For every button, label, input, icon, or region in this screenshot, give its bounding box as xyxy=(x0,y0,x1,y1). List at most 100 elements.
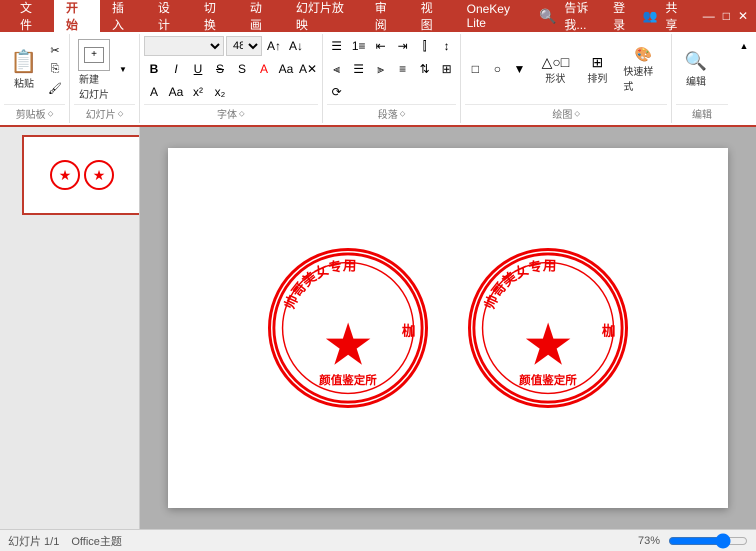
quick-styles-label: 快速样式 xyxy=(623,63,663,93)
increase-indent-btn[interactable]: ⇥ xyxy=(393,36,413,56)
slide-layout-btn[interactable]: ▼ xyxy=(116,54,130,86)
superscript-btn[interactable]: x² xyxy=(188,82,208,102)
text-dir-btn[interactable]: ⇅ xyxy=(415,59,435,79)
paragraph-controls: ☰ 1≡ ⇤ ⇥ ⫿ ↕ ⫷ ☰ ⫸ ≡ ⇅ ⊞ ⟳ xyxy=(327,36,457,103)
underline-btn[interactable]: U xyxy=(188,59,208,79)
shapes-icon: △○□ xyxy=(542,54,570,71)
minimize-btn[interactable]: — xyxy=(703,9,715,23)
font-name-select[interactable] xyxy=(144,36,224,56)
share-btn[interactable]: 共享 xyxy=(665,0,686,33)
justify-btn[interactable]: ≡ xyxy=(393,59,413,79)
restore-btn[interactable]: □ xyxy=(723,9,730,23)
tab-transition[interactable]: 切换 xyxy=(192,0,238,32)
close-btn[interactable]: ✕ xyxy=(738,9,748,23)
align-right-btn[interactable]: ⫸ xyxy=(371,59,391,79)
para-row-1: ☰ 1≡ ⇤ ⇥ ⫿ ↕ xyxy=(327,36,457,56)
new-slide-icon: + xyxy=(78,39,110,71)
subscript-btn[interactable]: x₂ xyxy=(210,82,230,102)
new-slide-button[interactable]: + 新建幻灯片 xyxy=(74,37,114,103)
font-label: 字体 ⬦ xyxy=(144,104,318,121)
font-row-3: A Aa x² x₂ xyxy=(144,82,230,102)
para-row-2: ⫷ ☰ ⫸ ≡ ⇅ ⊞ xyxy=(327,59,457,79)
font-size2-select[interactable]: Aa xyxy=(166,82,186,102)
clear-format-btn[interactable]: A✕ xyxy=(298,59,318,79)
align-center-btn[interactable]: ☰ xyxy=(349,59,369,79)
arrange-button[interactable]: ⊞ 排列 xyxy=(577,52,617,88)
login-btn[interactable]: 登录 xyxy=(613,0,634,33)
bullet-btn[interactable]: ☰ xyxy=(327,36,347,56)
shape-row: □ ○ ▼ xyxy=(465,59,529,79)
tab-file[interactable]: 文件 xyxy=(8,0,54,32)
font-size-select[interactable]: 48 xyxy=(226,36,262,56)
stamp-2-svg: 帅哥美女专用 枷 ★ 颜值鉴定所 xyxy=(471,251,625,405)
convert-smartart-btn[interactable]: ⟳ xyxy=(327,82,347,102)
strikethrough-btn[interactable]: S xyxy=(210,59,230,79)
increase-font-btn[interactable]: A↑ xyxy=(264,36,284,56)
slide-panel: 1 ★ ★ xyxy=(0,127,140,529)
shape-more-btn[interactable]: ▼ xyxy=(509,59,529,79)
title-right-area: 🔍 告诉我... 登录 👥 共享 — □ ✕ xyxy=(539,0,748,33)
tab-design[interactable]: 设计 xyxy=(146,0,192,32)
tell-me-btn[interactable]: 告诉我... xyxy=(564,0,605,33)
font-size-aa-btn[interactable]: Aa xyxy=(276,59,296,79)
tab-insert[interactable]: 插入 xyxy=(100,0,146,32)
stamp-1[interactable]: 帅哥美女专用 枷 ★ 颜值鉴定所 xyxy=(268,248,428,408)
ribbon-group-paragraph: ☰ 1≡ ⇤ ⇥ ⫿ ↕ ⫷ ☰ ⫸ ≡ ⇅ ⊞ ⟳ xyxy=(323,34,462,123)
ribbon-collapse-area: ▲ xyxy=(732,34,756,123)
shape-oval-btn[interactable]: ○ xyxy=(487,59,507,79)
cut-button[interactable]: ✂ xyxy=(46,42,64,60)
font-color-btn[interactable]: A xyxy=(254,59,274,79)
ribbon-group-drawing: □ ○ ▼ △○□ 形状 ⊞ 排列 🎨 快速样式 xyxy=(461,34,672,123)
quick-styles-icon: 🎨 xyxy=(634,46,651,63)
format-painter-button[interactable]: 🖌 xyxy=(46,80,64,98)
svg-text:颜值鉴定所: 颜值鉴定所 xyxy=(519,373,577,387)
slide-expand-icon[interactable]: ⬦ xyxy=(118,109,124,119)
ribbon: 📋 粘贴 ✂ ⎘ 🖌 剪贴板 ⬦ + xyxy=(0,32,756,127)
svg-text:颜值鉴定所: 颜值鉴定所 xyxy=(319,373,377,387)
shapes-button[interactable]: △○□ 形状 xyxy=(535,52,575,88)
font-color2-btn[interactable]: A xyxy=(144,82,164,102)
main-area: 1 ★ ★ xyxy=(0,127,756,529)
tab-onekey[interactable]: OneKey Lite xyxy=(455,0,539,32)
title-bar: 文件 开始 插入 设计 切换 动画 幻灯片放映 审阅 视图 OneKey Lit… xyxy=(0,0,756,32)
col-btn[interactable]: ⫿ xyxy=(415,36,435,56)
align-left-btn[interactable]: ⫷ xyxy=(327,59,347,79)
drawing-expand-icon[interactable]: ⬦ xyxy=(574,109,580,119)
slide-canvas[interactable]: 帅哥美女专用 枷 ★ 颜值鉴定所 xyxy=(168,148,728,508)
collapse-ribbon-btn[interactable]: ▲ xyxy=(734,36,754,56)
share-icon: 👥 xyxy=(642,9,657,23)
shadow-btn[interactable]: S xyxy=(232,59,252,79)
editing-label-group: 编辑 xyxy=(676,104,728,121)
clipboard-expand-icon[interactable]: ⬦ xyxy=(48,109,54,119)
italic-btn[interactable]: I xyxy=(166,59,186,79)
arrange-icon: ⊞ xyxy=(592,54,604,71)
status-bar: 幻灯片 1/1 Office主题 73% xyxy=(0,529,756,551)
tab-home[interactable]: 开始 xyxy=(54,0,100,32)
svg-text:枷: 枷 xyxy=(602,323,615,339)
decrease-indent-btn[interactable]: ⇤ xyxy=(371,36,391,56)
editing-button[interactable]: 🔍 编辑 xyxy=(676,49,716,90)
paste-button[interactable]: 📋 粘贴 xyxy=(4,47,44,92)
copy-button[interactable]: ⎘ xyxy=(46,61,64,79)
tab-view[interactable]: 视图 xyxy=(409,0,455,32)
decrease-font-btn[interactable]: A↓ xyxy=(286,36,306,56)
slide-thumbnail[interactable]: ★ ★ xyxy=(22,135,140,215)
text-align-btn[interactable]: ⊞ xyxy=(437,59,457,79)
slide-item-1: 1 ★ ★ xyxy=(4,135,135,215)
tab-slideshow[interactable]: 幻灯片放映 xyxy=(284,0,363,32)
font-expand-icon[interactable]: ⬦ xyxy=(239,109,245,119)
stamp-2[interactable]: 帅哥美女专用 枷 ★ 颜值鉴定所 xyxy=(468,248,628,408)
zoom-slider[interactable] xyxy=(668,533,748,549)
tab-animation[interactable]: 动画 xyxy=(238,0,284,32)
ribbon-group-font: 48 A↑ A↓ B I U S S A Aa A✕ A Aa x² xyxy=(140,34,323,123)
para-expand-icon[interactable]: ⬦ xyxy=(400,109,406,119)
quick-styles-button[interactable]: 🎨 快速样式 xyxy=(619,44,667,95)
numbering-btn[interactable]: 1≡ xyxy=(349,36,369,56)
tab-review[interactable]: 审阅 xyxy=(363,0,409,32)
shape-rect-btn[interactable]: □ xyxy=(465,59,485,79)
font-row-2: B I U S S A Aa A✕ xyxy=(144,59,318,79)
bold-btn[interactable]: B xyxy=(144,59,164,79)
clipboard-label: 剪贴板 ⬦ xyxy=(4,104,65,121)
linespacing-btn[interactable]: ↕ xyxy=(437,36,457,56)
ribbon-group-editing: 🔍 编辑 编辑 xyxy=(672,34,732,123)
